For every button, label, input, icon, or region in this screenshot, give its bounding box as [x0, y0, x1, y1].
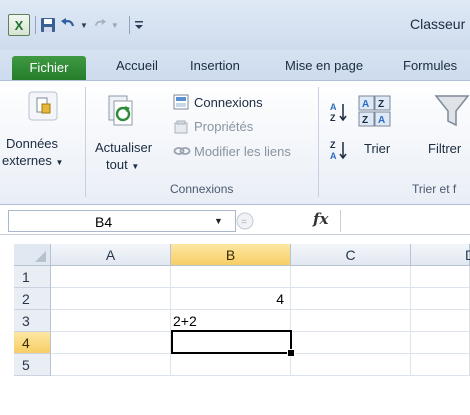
select-all-corner[interactable] [14, 244, 51, 266]
svg-text:Z: Z [330, 113, 336, 123]
redo-dropdown-icon[interactable]: ▼ [111, 21, 119, 30]
formula-bar-circle: = [233, 210, 257, 232]
cell-d4[interactable] [411, 332, 470, 354]
column-header-c[interactable]: C [291, 244, 411, 266]
name-box-dropdown-icon[interactable]: ▼ [214, 216, 223, 226]
cell-c2[interactable] [291, 288, 411, 310]
cell-d5[interactable] [411, 354, 470, 376]
connections-icon[interactable] [173, 94, 189, 113]
formula-bar: B4 ▼ = fx [0, 208, 470, 235]
spreadsheet-grid: A B C D 1 2 3 4 5 4 2+2 [0, 244, 470, 415]
sort-dialog-icon[interactable]: AZZA [358, 95, 392, 132]
name-box[interactable]: B4 ▼ = [8, 210, 254, 232]
refresh-all-button[interactable] [106, 95, 136, 132]
fill-handle[interactable] [287, 349, 295, 357]
sort-descending-icon[interactable]: ZA [330, 139, 348, 164]
cell-c3[interactable] [291, 310, 411, 332]
column-header-d[interactable]: D [411, 244, 470, 266]
cell-c4[interactable] [291, 332, 411, 354]
ribbon: Données externes ▼ Actualiser tout ▼ Con… [0, 80, 470, 205]
filter-button[interactable]: Filtrer [428, 141, 461, 156]
excel-app-icon[interactable]: X [8, 14, 30, 36]
column-header-b[interactable]: B [171, 244, 291, 266]
svg-text:Z: Z [362, 115, 368, 126]
refresh-all-label-2: tout ▼ [106, 157, 140, 172]
sort-ascending-icon[interactable]: AZ [330, 101, 348, 126]
window-title: Classeur [410, 16, 466, 32]
svg-text:Z: Z [378, 99, 384, 110]
tab-accueil[interactable]: Accueil [116, 58, 158, 80]
cell-d3[interactable] [411, 310, 470, 332]
refresh-all-label-1: Actualiser [95, 140, 153, 155]
cell-a1[interactable] [51, 266, 171, 288]
active-cell-border [171, 330, 292, 354]
column-header-a[interactable]: A [51, 244, 171, 266]
customize-icon[interactable] [134, 19, 144, 31]
edit-links-button[interactable]: Modifier les liens [194, 144, 291, 159]
quick-access-toolbar: X ▼ ▼ [8, 13, 148, 37]
cell-a5[interactable] [51, 354, 171, 376]
row-header-1[interactable]: 1 [14, 266, 51, 288]
external-data-label-1: Données [6, 136, 59, 151]
tab-mise-en-page[interactable]: Mise en page [285, 58, 363, 80]
title-bar: X ▼ ▼ Classeur [0, 0, 470, 50]
svg-text:A: A [378, 115, 385, 126]
qat-separator [35, 16, 36, 34]
svg-text:=: = [241, 217, 247, 228]
cell-d1[interactable] [411, 266, 470, 288]
svg-text:A: A [362, 99, 369, 110]
cell-a3[interactable] [51, 310, 171, 332]
row-header-2[interactable]: 2 [14, 288, 51, 310]
name-box-value: B4 [95, 214, 113, 230]
row-header-3[interactable]: 3 [14, 310, 51, 332]
sort-button[interactable]: Trier [364, 141, 390, 156]
cell-b3[interactable]: 2+2 [171, 310, 291, 332]
properties-button[interactable]: Propriétés [194, 119, 253, 134]
redo-icon[interactable] [93, 18, 107, 32]
cell-b1[interactable] [171, 266, 291, 288]
connections-button[interactable]: Connexions [194, 95, 263, 110]
properties-icon [173, 119, 189, 138]
undo-icon[interactable] [60, 17, 76, 33]
cell-a4[interactable] [51, 332, 171, 354]
cell-d2[interactable] [411, 288, 470, 310]
group-separator-2 [318, 87, 319, 197]
row-header-5[interactable]: 5 [14, 354, 51, 376]
tab-insertion[interactable]: Insertion [190, 58, 240, 80]
svg-text:A: A [330, 151, 337, 161]
qat-separator-2 [128, 16, 130, 34]
save-icon[interactable] [40, 17, 56, 33]
cell-c1[interactable] [291, 266, 411, 288]
cell-b2[interactable]: 4 [171, 288, 291, 310]
formula-input[interactable] [340, 210, 470, 232]
svg-text:A: A [330, 102, 337, 112]
cell-a2[interactable] [51, 288, 171, 310]
group-label-connexions: Connexions [170, 182, 234, 196]
svg-text:Z: Z [330, 140, 336, 150]
tab-formules[interactable]: Formules [403, 58, 457, 80]
ribbon-tabs: Fichier Accueil Insertion Mise en page F… [0, 50, 470, 80]
cell-c5[interactable] [291, 354, 411, 376]
fx-icon[interactable]: fx [313, 210, 328, 228]
cell-b5[interactable] [171, 354, 291, 376]
filter-icon[interactable] [434, 93, 470, 132]
undo-dropdown-icon[interactable]: ▼ [80, 21, 88, 30]
excel-window: X ▼ ▼ Classeur Fichier Accueil Insertion… [0, 0, 470, 415]
edit-links-icon [173, 144, 191, 161]
external-data-button[interactable] [28, 91, 58, 124]
row-header-4[interactable]: 4 [14, 332, 51, 354]
external-data-label-2: externes ▼ [2, 153, 64, 168]
group-label-trier: Trier et f [412, 182, 457, 196]
tab-fichier[interactable]: Fichier [12, 56, 86, 80]
group-separator [85, 87, 86, 197]
